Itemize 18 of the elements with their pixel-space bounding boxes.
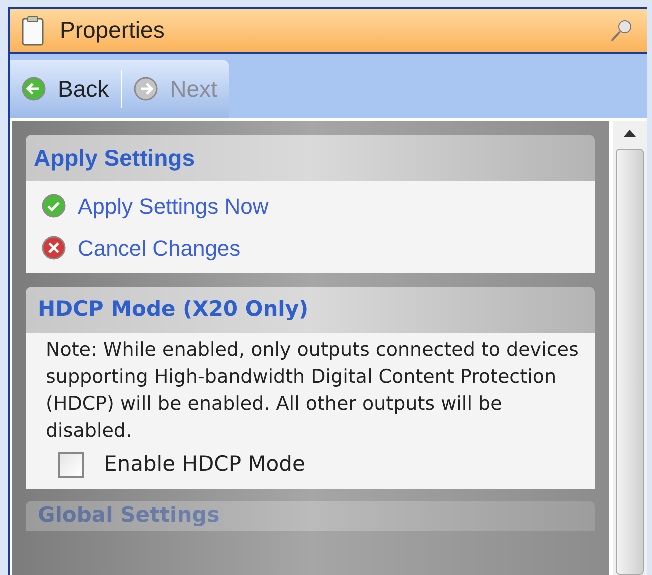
note-text: Note: While enabled, only outputs connected to devices supporting High-bandwidth Digital Content Protection (HDCP) will be enabled. All other outputs will be disabled. bbox=[46, 338, 579, 444]
section-title: HDCP Mode (X20 Only) bbox=[37, 296, 310, 324]
checkmark-icon bbox=[42, 194, 66, 218]
back-button[interactable]: Back bbox=[18, 67, 114, 111]
section-title: Global Settings bbox=[37, 502, 221, 529]
scrollbar-thumb[interactable] bbox=[616, 149, 644, 575]
clipboard-icon bbox=[22, 16, 44, 46]
task-link[interactable]: Apply Settings Now bbox=[38, 185, 583, 227]
checkbox[interactable] bbox=[58, 452, 84, 478]
section-header[interactable]: Apply Settings bbox=[26, 135, 595, 181]
up-arrow-icon[interactable] bbox=[624, 129, 636, 137]
window-title: Properties bbox=[60, 16, 165, 46]
section-title: Apply Settings bbox=[34, 144, 196, 173]
scrollbar[interactable] bbox=[613, 121, 647, 575]
cancel-icon bbox=[42, 236, 66, 260]
section-header[interactable]: HDCP Mode (X20 Only) bbox=[26, 287, 595, 333]
enable-checkbox[interactable]: Enable HDCP Mode bbox=[58, 449, 579, 480]
task-link[interactable]: Cancel Changes bbox=[38, 227, 583, 269]
